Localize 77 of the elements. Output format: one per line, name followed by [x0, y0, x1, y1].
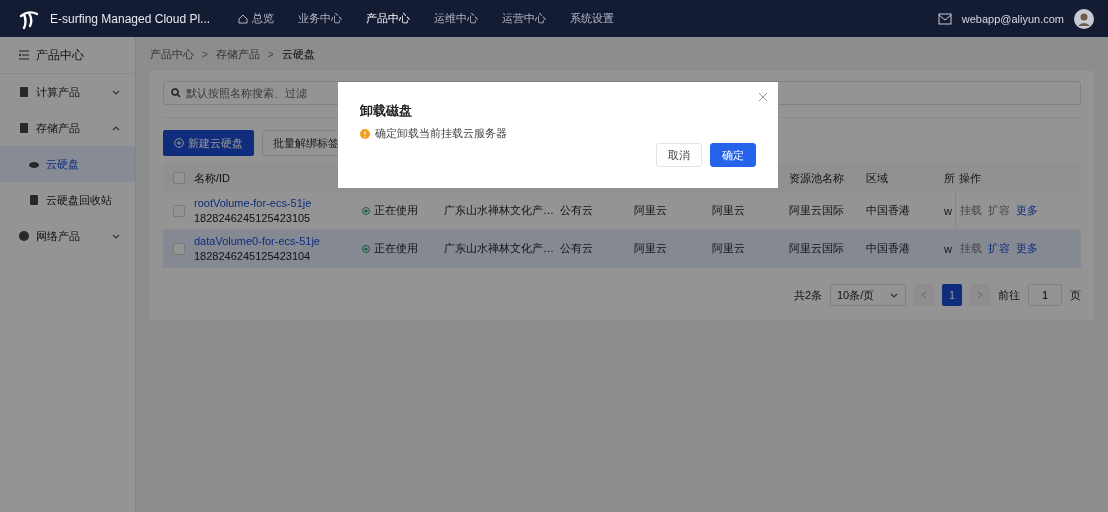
nav-tab[interactable]: 业务中心 — [286, 11, 355, 26]
column-header: 所 — [943, 170, 955, 186]
checkbox[interactable] — [173, 242, 185, 255]
action-link[interactable]: 更多 — [1016, 241, 1038, 256]
page-size-select[interactable]: 10条/页 — [830, 284, 906, 306]
disk-name-link[interactable]: rootVolume-for-ecs-51je — [194, 197, 312, 209]
disk-id: 1828246245125423104 — [194, 250, 311, 262]
status-text: 正在使用 — [374, 241, 418, 256]
sidebar-subitem[interactable]: 云硬盘 — [0, 146, 135, 182]
server-icon — [18, 86, 30, 98]
plus-icon — [174, 138, 184, 148]
column-header: 名称/ID — [193, 170, 232, 186]
next-page-button[interactable] — [970, 284, 990, 306]
action-link[interactable]: 扩容 — [988, 241, 1010, 256]
create-button[interactable]: 新建云硬盘 — [163, 130, 254, 156]
table-cell-text: 公有云 — [559, 203, 594, 218]
goto-label: 前往 — [998, 287, 1020, 303]
table-cell-text: 阿里云国际 — [788, 203, 845, 218]
breadcrumb-separator: > — [201, 48, 209, 60]
table-cell-text: 中国香港 — [865, 203, 911, 218]
column-header: 操作 — [958, 170, 982, 186]
nav-tab[interactable]: 运维中心 — [422, 11, 491, 26]
menu-icon[interactable] — [18, 49, 30, 61]
checkbox[interactable] — [173, 204, 185, 217]
table-cell-text: 阿里云 — [711, 203, 746, 218]
page-suffix: 页 — [1070, 287, 1081, 303]
sidebar-subitem[interactable]: 云硬盘回收站 — [0, 182, 135, 218]
mail-icon[interactable] — [937, 12, 952, 25]
close-icon[interactable] — [758, 92, 768, 102]
table-cell-text: 阿里云 — [711, 241, 746, 256]
server-icon — [18, 122, 30, 134]
table-cell-text: 中国香港 — [865, 241, 911, 256]
page-number[interactable]: 1 — [942, 284, 962, 306]
table-cell-text: 公有云 — [559, 241, 594, 256]
total-count: 共2条 — [793, 287, 822, 303]
disk-id: 1828246245125423105 — [194, 212, 311, 224]
sidebar-item[interactable]: 计算产品 — [0, 74, 135, 110]
nav-tab[interactable]: 运营中心 — [490, 11, 559, 26]
server-icon — [28, 194, 40, 206]
chevron-right-icon — [977, 291, 983, 299]
table-cell-text: 阿里云 — [633, 241, 668, 256]
confirm-button[interactable]: 确定 — [710, 143, 756, 167]
table-cell-text: 广东山水禅林文化产… — [443, 241, 555, 256]
warning-icon — [360, 128, 370, 139]
app-title: E-surfing Managed Cloud Pl... — [50, 11, 211, 26]
nav-tab[interactable]: 系统设置 — [558, 11, 627, 26]
nav-tab[interactable]: 总览 — [226, 11, 287, 26]
avatar[interactable] — [1074, 8, 1094, 29]
dialog-message: 确定卸载当前挂载云服务器 — [375, 126, 507, 141]
breadcrumb-separator: > — [266, 48, 275, 60]
dialog-title: 卸载磁盘 — [360, 102, 412, 120]
checkbox[interactable] — [173, 172, 185, 184]
nav-tab[interactable]: 产品中心 — [354, 11, 423, 26]
sidebar-item[interactable]: 存储产品 — [0, 110, 135, 146]
status-icon — [362, 244, 370, 253]
status-icon — [362, 206, 370, 215]
prev-page-button[interactable] — [914, 284, 934, 306]
table-cell-text: w — [943, 203, 953, 219]
breadcrumb-item: 云硬盘 — [281, 46, 315, 62]
disk-name-link[interactable]: dataVolume0-for-ecs-51je — [194, 235, 320, 247]
column-header: 资源池名称 — [788, 170, 845, 186]
table-cell-text: 阿里云 — [633, 203, 668, 218]
chevron-left-icon — [921, 291, 927, 299]
cancel-button[interactable]: 取消 — [656, 143, 702, 167]
home-icon — [238, 13, 249, 24]
table-cell-text: 广东山水禅林文化产… — [443, 203, 555, 218]
table-cell-text: 阿里云国际 — [788, 241, 845, 256]
status-text: 正在使用 — [374, 203, 418, 218]
sidebar-item[interactable]: 网络产品 — [0, 218, 135, 254]
user-email[interactable]: webapp@aliyun.com — [961, 12, 1064, 25]
action-link[interactable]: 更多 — [1016, 203, 1038, 218]
table-cell-text: w — [943, 241, 953, 257]
breadcrumb-item[interactable]: 产品中心 — [150, 46, 194, 62]
sidebar-title: 产品中心 — [36, 46, 84, 64]
page-input[interactable]: 1 — [1028, 284, 1062, 306]
column-header: 区域 — [865, 170, 889, 186]
breadcrumb-item[interactable]: 存储产品 — [215, 46, 260, 62]
